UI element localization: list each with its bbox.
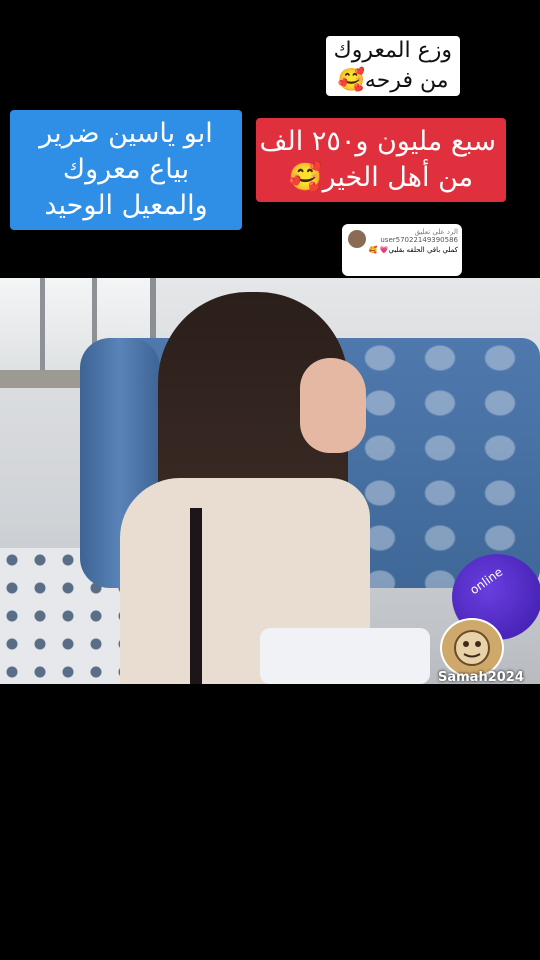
window-bar	[40, 278, 45, 370]
comment-text: كملي باقي الحلقه بقلبي💗 🥰	[346, 246, 458, 254]
comment-emoji: 🥰	[368, 246, 378, 254]
caption-line: من فرحه🥰	[337, 68, 449, 93]
commenter-username: user57022149390586	[380, 236, 458, 244]
caption-line: بياع معروك	[62, 154, 190, 185]
logo-icon	[454, 630, 490, 666]
caption-donation-amount: سبع مليون و٢٥٠ الف من أهل الخير🥰	[256, 118, 506, 202]
comment-message: كملي باقي الحلقه بقلبي💗	[379, 246, 458, 254]
caption-line: سبع مليون و٢٥٠ الف	[259, 126, 496, 157]
caption-line: من أهل الخير🥰	[288, 162, 474, 193]
reply-header: الرد على تعليق	[414, 228, 458, 236]
caption-sold-maarouk: وزع المعروك من فرحه🥰	[326, 36, 460, 96]
woman-face	[300, 358, 366, 453]
commenter-avatar	[348, 230, 366, 248]
reply-comment-bubble[interactable]: الرد على تعليق user57022149390586 كملي ب…	[342, 224, 462, 276]
caption-abu-yassin: ابو ياسين ضرير بياع معروك والمعيل الوحيد	[10, 110, 242, 230]
white-cloth	[260, 628, 430, 684]
caption-line: والمعيل الوحيد	[44, 190, 208, 221]
video-player[interactable]: online Samah2024	[0, 278, 540, 684]
watermark-logo-icon	[440, 618, 504, 678]
jacket-trim	[190, 508, 202, 684]
caption-line: ابو ياسين ضرير	[39, 118, 213, 149]
watermark-text: Samah2024	[438, 670, 524, 684]
caption-line: وزع المعروك	[333, 38, 452, 63]
